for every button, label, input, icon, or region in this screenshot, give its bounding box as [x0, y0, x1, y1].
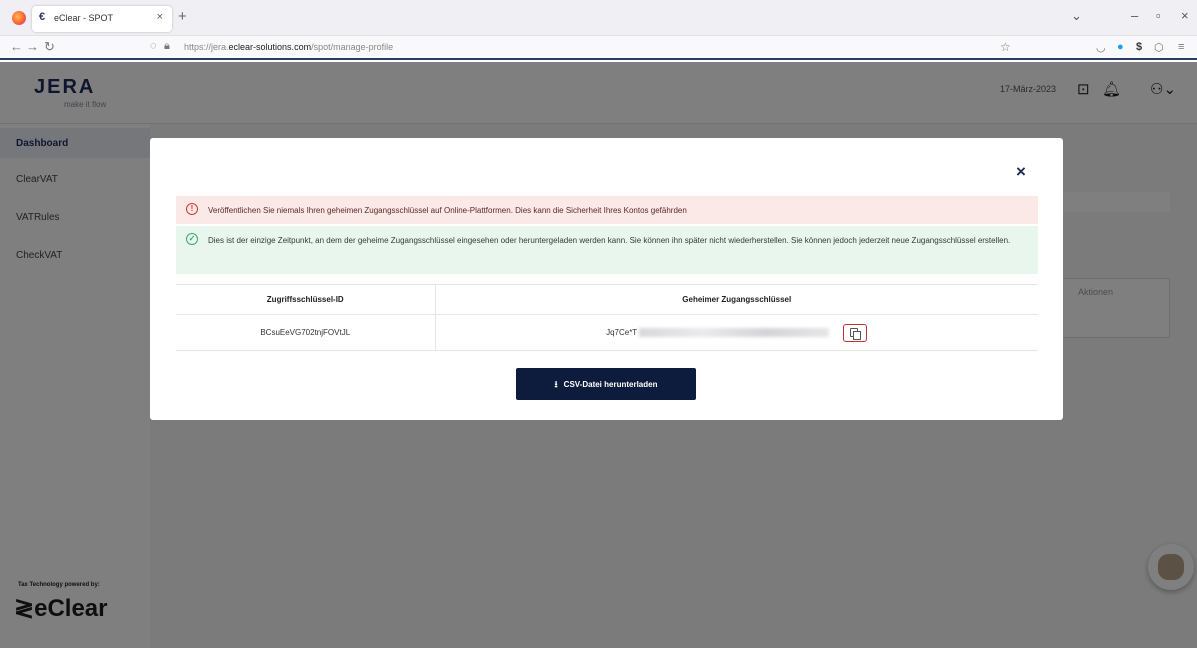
back-icon[interactable]: ←	[10, 39, 23, 54]
check-circle-icon: ✓	[186, 233, 198, 245]
tracking-shield-icon[interactable]: ◌	[150, 40, 157, 52]
url-bar[interactable]: ◌ 🔒︎ https://jera.eclear-solutions.com/s…	[150, 38, 1020, 57]
tab-title: eClear - SPOT	[54, 13, 114, 23]
table-row: BCsuEeVG702tnjFOVtJL Jq7Ce*T	[176, 314, 1038, 351]
browser-tab-bar: € eClear - SPOT × + ⌄ – ▫ ×	[0, 0, 1197, 36]
lock-icon[interactable]: 🔒︎	[164, 40, 170, 53]
tab-close-icon[interactable]: ×	[157, 11, 163, 23]
browser-nav-bar: ← → ↻ ◌ 🔒︎ https://jera.eclear-solutions…	[0, 36, 1197, 60]
close-window-icon[interactable]: ×	[1181, 8, 1189, 23]
bookmark-star-icon[interactable]: ☆	[1000, 40, 1011, 54]
download-icon: ⭳	[554, 379, 558, 389]
info-alert: ✓ Dies ist der einzige Zeitpunkt, an dem…	[176, 226, 1038, 274]
url-prefix: https://jera.	[184, 42, 229, 52]
table-header-row: Zugriffsschlüssel-ID Geheimer Zugangssch…	[176, 284, 1038, 315]
copy-secret-button[interactable]	[843, 323, 868, 342]
firefox-logo-icon	[12, 11, 26, 25]
secret-key-value[interactable]: Jq7Ce*T	[606, 327, 830, 337]
access-key-table: Zugriffsschlüssel-ID Geheimer Zugangssch…	[176, 284, 1038, 351]
secret-key-modal: × ! Veröffentlichen Sie niemals Ihren ge…	[150, 138, 1063, 420]
reload-icon[interactable]: ↻	[44, 39, 55, 55]
url-path: /spot/manage-profile	[311, 42, 394, 52]
url-text[interactable]: https://jera.eclear-solutions.com/spot/m…	[184, 42, 393, 52]
pocket-icon[interactable]: ◡	[1096, 41, 1106, 54]
extension-dollar-icon[interactable]: $	[1136, 41, 1142, 53]
minimize-icon[interactable]: –	[1131, 8, 1138, 23]
forward-icon[interactable]: →	[26, 39, 39, 54]
maximize-icon[interactable]: ▫	[1156, 8, 1161, 23]
column-header-secret: Geheimer Zugangsschlüssel	[435, 284, 1038, 315]
warning-circle-icon: !	[186, 203, 198, 215]
column-header-key-id: Zugriffsschlüssel-ID	[176, 284, 436, 315]
secret-key-cell: Jq7Ce*T	[435, 314, 1038, 351]
secret-key-prefix: Jq7Ce*T	[606, 327, 638, 337]
extensions-puzzle-icon[interactable]: ⬡	[1154, 41, 1164, 54]
extension-blue-icon[interactable]: ●	[1117, 41, 1124, 53]
tab-list-chevron-icon[interactable]: ⌄	[1071, 8, 1082, 24]
secret-key-redacted	[639, 328, 830, 337]
new-tab-icon[interactable]: +	[178, 8, 187, 25]
copy-icon	[850, 327, 862, 340]
key-id-cell[interactable]: BCsuEeVG702tnjFOVtJL	[176, 314, 436, 351]
modal-close-button[interactable]: ×	[1016, 162, 1026, 182]
download-csv-button[interactable]: ⭳ CSV-Datei herunterladen	[516, 368, 696, 400]
browser-tab[interactable]: € eClear - SPOT ×	[32, 6, 172, 32]
eclear-favicon-icon: €	[39, 11, 46, 23]
warning-alert: ! Veröffentlichen Sie niemals Ihren gehe…	[176, 196, 1038, 224]
download-csv-label: CSV-Datei herunterladen	[563, 380, 658, 389]
menu-hamburger-icon[interactable]: ≡	[1178, 41, 1184, 53]
url-domain: eclear-solutions.com	[228, 42, 312, 52]
warning-alert-text: Veröffentlichen Sie niemals Ihren geheim…	[208, 206, 687, 215]
info-alert-text: Dies ist der einzige Zeitpunkt, an dem d…	[208, 236, 1011, 245]
